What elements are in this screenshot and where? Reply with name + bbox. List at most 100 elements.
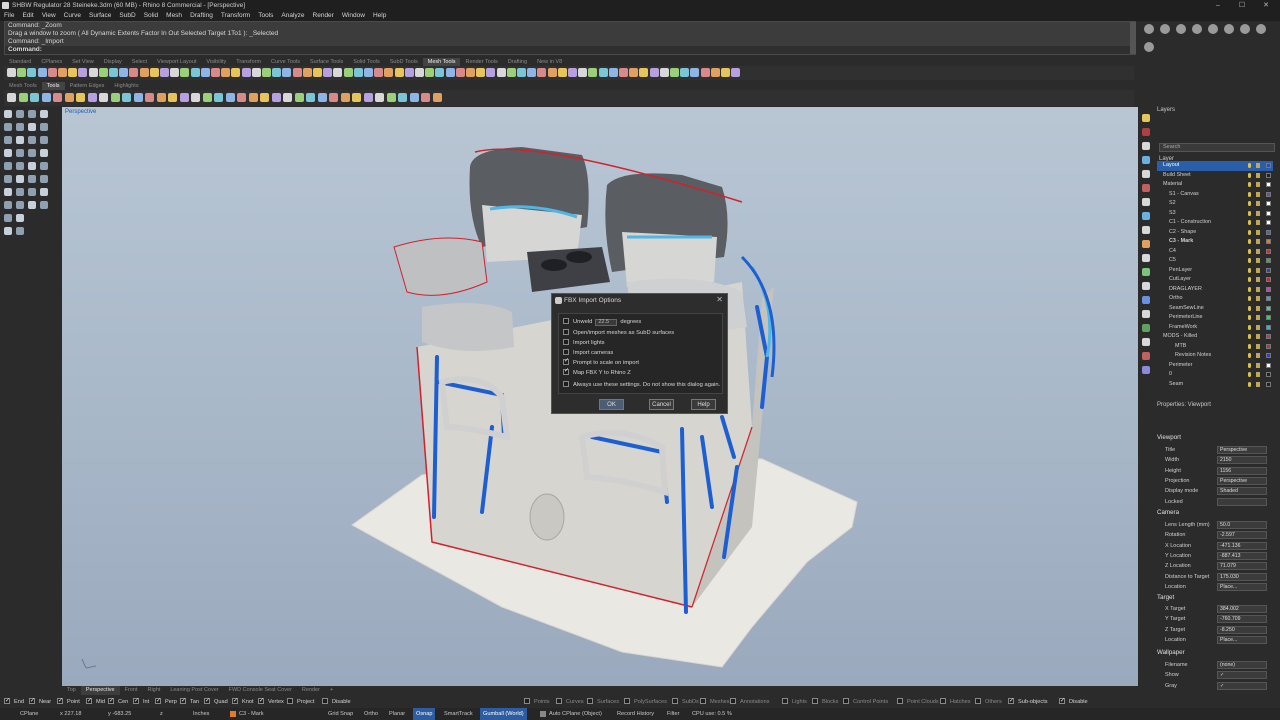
camera-icon[interactable] — [1255, 24, 1266, 34]
cameras-checkbox[interactable] — [563, 349, 569, 355]
toolbar2-tool-icon[interactable] — [30, 93, 39, 102]
property-value-field[interactable]: 384.002 — [1217, 605, 1267, 613]
subd-checkbox[interactable] — [563, 329, 569, 335]
draw-tool-icon[interactable] — [16, 175, 24, 183]
toolbar2-tool-icon[interactable] — [202, 93, 212, 102]
osnap-checkbox[interactable] — [232, 696, 238, 706]
viewport-title[interactable]: Perspective — [65, 109, 96, 115]
filter-checkbox[interactable] — [556, 698, 562, 704]
draw-tool-icon[interactable] — [40, 188, 48, 196]
draw-tool-icon[interactable] — [28, 136, 36, 144]
toolbar2-tool-icon[interactable] — [110, 93, 120, 102]
layer-color-swatch[interactable] — [1266, 163, 1271, 168]
layer-row[interactable]: Perimeter — [1157, 361, 1273, 371]
draw-tool-icon[interactable] — [4, 123, 12, 131]
view-tab-front[interactable]: Front — [120, 686, 143, 695]
view-tab-leaning-post-cover[interactable]: Leaning Post Cover — [165, 686, 223, 695]
menu-surface[interactable]: Surface — [85, 11, 115, 21]
layer-visibility-icon[interactable] — [1248, 343, 1251, 349]
layer-row[interactable]: MODS - Killed — [1157, 332, 1273, 342]
layer-lock-icon[interactable] — [1256, 362, 1260, 368]
osnap-checkbox[interactable] — [57, 696, 63, 706]
layer-row[interactable]: Build Sheet — [1157, 171, 1273, 181]
tab-tools[interactable]: Tools — [41, 82, 65, 90]
osnap-checkbox[interactable] — [258, 696, 264, 706]
property-value-field[interactable]: 71.079 — [1217, 562, 1267, 571]
tab-drafting[interactable]: Drafting — [503, 58, 532, 66]
property-value-field[interactable]: (none) — [1217, 661, 1267, 669]
tab-surface-tools[interactable]: Surface Tools — [305, 58, 348, 66]
filter-checkbox[interactable] — [782, 698, 788, 704]
maximize-button[interactable]: ☐ — [1230, 0, 1254, 11]
property-value-field[interactable]: -887.413 — [1217, 551, 1267, 560]
panel-tab-icon[interactable] — [1142, 114, 1150, 122]
selection-filter-option[interactable]: Meshes — [700, 697, 730, 707]
lights-checkbox[interactable] — [563, 339, 569, 345]
filter-checkbox[interactable] — [672, 698, 678, 704]
layer-color-swatch[interactable] — [1266, 220, 1271, 225]
draw-tool-icon[interactable] — [28, 110, 36, 118]
layer-visibility-icon[interactable] — [1248, 334, 1251, 339]
osnap-option[interactable]: Vertex — [258, 696, 284, 707]
layer-color-swatch[interactable] — [1266, 286, 1271, 292]
toolbar1-tool-icon[interactable] — [58, 68, 67, 77]
scale-checkbox[interactable] — [563, 357, 569, 366]
draw-tool-icon[interactable] — [28, 188, 36, 196]
draw-tool-icon[interactable] — [16, 188, 24, 196]
selection-filter-option[interactable]: PolySurfaces — [624, 697, 667, 707]
layer-lock-icon[interactable] — [1256, 201, 1260, 206]
tab-viewport-layout[interactable]: Viewport Layout — [152, 58, 201, 66]
layer-row[interactable]: C2 - Shape — [1157, 228, 1273, 238]
toolbar1-tool-icon[interactable] — [731, 68, 741, 77]
toolbar2-tool-icon[interactable] — [7, 93, 16, 102]
menu-solid[interactable]: Solid — [140, 11, 162, 21]
toolbar1-tool-icon[interactable] — [486, 68, 496, 77]
current-layer[interactable]: C3 - Mark — [239, 708, 264, 720]
layer-color-swatch[interactable] — [1266, 210, 1271, 216]
osnap-option[interactable]: End — [4, 696, 24, 707]
tab-set-view[interactable]: Set View — [67, 58, 99, 66]
toolbar1-tool-icon[interactable] — [588, 68, 598, 77]
toolbar2-tool-icon[interactable] — [41, 93, 51, 102]
toolbar2-tool-icon[interactable] — [87, 93, 97, 102]
always-use-checkbox[interactable] — [563, 381, 569, 387]
toolbar1-tool-icon[interactable] — [680, 68, 690, 77]
tab-pattern-edges[interactable]: Pattern Edges — [65, 82, 110, 90]
units-label[interactable]: Inches — [193, 708, 209, 720]
filter-checkbox[interactable] — [1008, 696, 1014, 706]
layer-row[interactable]: C4 — [1157, 247, 1273, 257]
toolbar1-tool-icon[interactable] — [231, 68, 241, 77]
tab-select[interactable]: Select — [127, 58, 152, 66]
always-use-option[interactable]: Always use these settings. Do not show t… — [563, 381, 720, 390]
toolbar2-tool-icon[interactable] — [214, 93, 223, 102]
property-value-field[interactable]: -471.136 — [1217, 541, 1267, 550]
toolbar1-tool-icon[interactable] — [445, 68, 455, 77]
toolbar2-tool-icon[interactable] — [225, 93, 235, 102]
toolbar2-tool-icon[interactable] — [317, 93, 327, 102]
layer-color-swatch[interactable] — [1266, 353, 1271, 358]
command-prompt-input[interactable]: Command: — [5, 46, 1135, 54]
layer-visibility-icon[interactable] — [1248, 372, 1251, 377]
layer-visibility-icon[interactable] — [1248, 296, 1251, 301]
toolbar2-tool-icon[interactable] — [421, 93, 430, 102]
selection-filter-option[interactable]: SubDs — [672, 697, 699, 707]
settings-gear-icon[interactable] — [1191, 24, 1202, 34]
layer-row[interactable]: SeamSewLine — [1157, 304, 1273, 314]
layer-lock-icon[interactable] — [1256, 286, 1260, 292]
layer-row[interactable]: PenLayer — [1157, 266, 1273, 276]
layer-lock-icon[interactable] — [1256, 172, 1260, 178]
toolbar1-tool-icon[interactable] — [88, 68, 98, 77]
toolbar1-tool-icon[interactable] — [200, 68, 210, 77]
property-value-field[interactable]: 1156 — [1217, 466, 1267, 475]
tab-display[interactable]: Display — [99, 58, 127, 66]
draw-tool-icon[interactable] — [28, 123, 36, 131]
selection-filter-option[interactable]: Hatches — [940, 697, 971, 707]
layer-color-swatch[interactable] — [1266, 239, 1271, 244]
close-window-button[interactable]: ✕ — [1254, 0, 1278, 11]
view-tab-render[interactable]: Render — [297, 686, 325, 695]
toolbar1-tool-icon[interactable] — [639, 68, 649, 77]
toolbar2-tool-icon[interactable] — [64, 93, 74, 102]
layer-row[interactable]: C1 - Construction — [1157, 218, 1273, 228]
panel-tab-icon[interactable] — [1142, 142, 1150, 150]
toolbar1-tool-icon[interactable] — [455, 68, 465, 77]
